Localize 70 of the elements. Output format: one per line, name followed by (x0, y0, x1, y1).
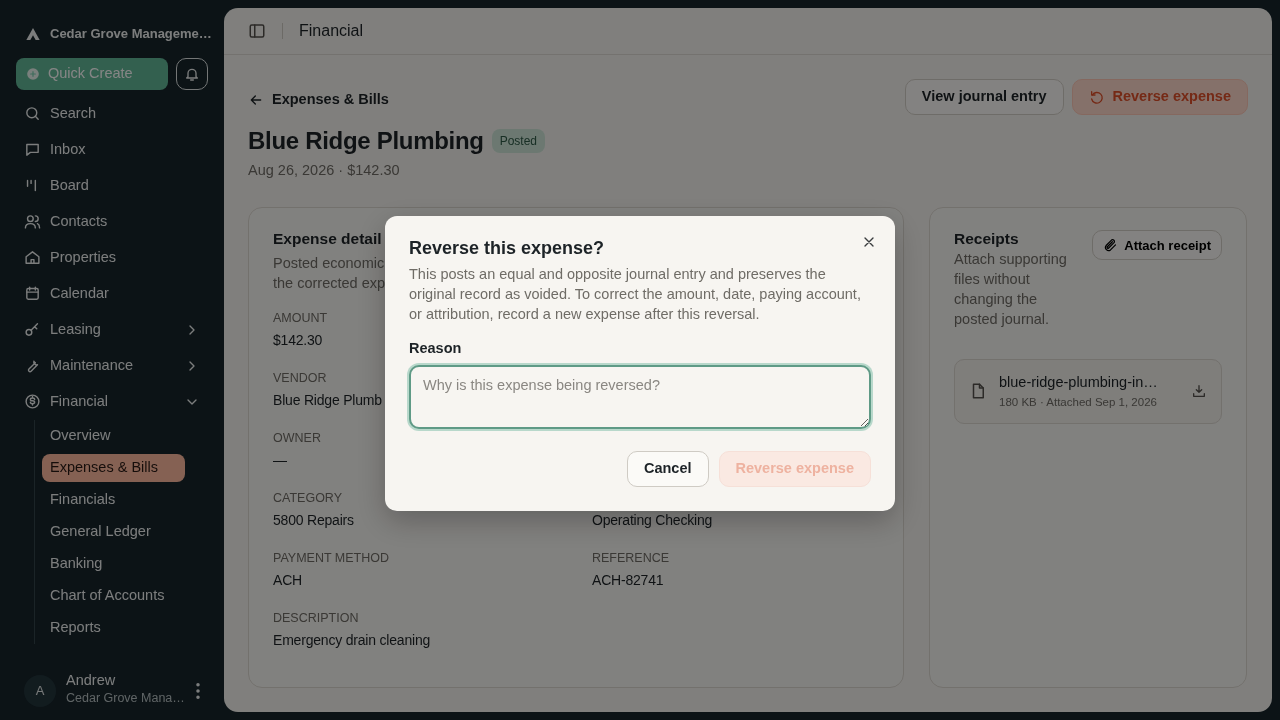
sidebar-item[interactable]: Board (16, 167, 208, 204)
sidebar-subitem[interactable]: Financials (42, 485, 185, 514)
plus-circle-icon (26, 66, 40, 81)
file-meta: 180 KB · Attached Sep 1, 2026 (999, 394, 1158, 410)
undo-icon (1088, 89, 1105, 105)
paperclip-icon (1103, 237, 1119, 253)
sidebar-item[interactable]: Inbox (16, 131, 208, 168)
sidebar-subitem[interactable]: Overview (42, 421, 185, 450)
field-value: Emergency drain cleaning (273, 630, 431, 650)
page-header-title: Financial (299, 21, 364, 41)
sidebar-item[interactable]: Financial (16, 383, 208, 420)
card-title: Expense detail (273, 230, 382, 249)
people-icon (24, 213, 41, 230)
field-value: — (273, 450, 287, 470)
file-name: blue-ridge-plumbing-in… (999, 372, 1159, 392)
search-icon (24, 105, 41, 122)
sidebar-item[interactable]: Leasing (16, 311, 208, 348)
sidebar-item[interactable]: Search (16, 95, 208, 132)
field-value: 5800 Repairs (273, 510, 354, 530)
sidebar-item[interactable]: Calendar (16, 275, 208, 312)
page-subtitle: Aug 26, 2026 · $142.30 (248, 160, 401, 180)
card-title: Receipts (954, 230, 1019, 249)
sidebar-item[interactable]: Properties (16, 239, 208, 276)
sidebar-item[interactable]: Contacts (16, 203, 208, 240)
cancel-button[interactable]: Cancel (626, 451, 709, 488)
field-label: DESCRIPTION (273, 609, 359, 627)
status-badge: Posted (491, 129, 545, 154)
file-item[interactable]: blue-ridge-plumbing-in… 180 KB · Attached Sep 1, 2026 (954, 358, 1222, 424)
user-name: Andrew (66, 673, 117, 690)
card-description: Attach supporting files without changing the posted journal. (954, 249, 1068, 329)
field-label: AMOUNT (273, 309, 328, 327)
dollar-icon (24, 393, 41, 410)
journal-entry-button[interactable]: View journal entry (904, 79, 1064, 115)
field-label: OWNER (273, 429, 321, 447)
field-label: PAYMENT METHOD (273, 549, 389, 567)
panel-icon (248, 22, 266, 40)
sidebar-subitem[interactable]: Expenses & Bills (42, 453, 185, 482)
back-link[interactable]: Expenses & Bills (248, 89, 545, 111)
field-value: $142.30 (273, 330, 323, 350)
sidebar-toggle-button[interactable] (248, 22, 266, 40)
field-label: VENDOR (273, 369, 327, 387)
dialog-message: This posts an equal and opposite journal entry and preserves the original record as voided. To correct the amount, date, paying account, or attribution, record a new expense after this reversal. (409, 264, 862, 324)
dialog-title: Reverse this expense? (409, 238, 606, 260)
house-icon (24, 249, 41, 266)
page-title: Blue Ridge Plumbing (248, 126, 484, 156)
more-vertical-icon (196, 682, 200, 699)
key-icon (24, 321, 41, 338)
field-value: Blue Ridge Plumb (273, 390, 382, 410)
field-label: CATEGORY (273, 489, 342, 507)
sidebar-subitem[interactable]: General Ledger (42, 517, 185, 546)
field-value: ACH-82741 (592, 570, 664, 590)
field-label: REFERENCE (592, 549, 670, 567)
field-value: Operating Checking (592, 510, 713, 530)
sidebar-subitem[interactable]: Banking (42, 549, 185, 578)
attach-receipt-button[interactable]: Attach receipt (1092, 230, 1222, 261)
org-name: Cedar Grove Manageme… (50, 25, 212, 43)
field-label: Reason (409, 338, 463, 358)
sidebar-item[interactable]: Maintenance (16, 347, 208, 384)
reason-field[interactable]: Why is this expense being reversed? (409, 365, 871, 430)
download-icon (1191, 383, 1207, 400)
card-description: the corrected exp (273, 273, 386, 293)
field-value: ACH (273, 570, 302, 590)
user-org: Cedar Grove Mana… (66, 690, 186, 708)
card-description: Posted economic (273, 253, 385, 273)
calendar-icon (24, 285, 41, 302)
chat-icon (24, 141, 41, 158)
sidebar-subitem[interactable]: Chart of Accounts (42, 581, 185, 610)
avatar: A (24, 674, 56, 707)
notifications-button[interactable] (176, 57, 208, 90)
sidebar-subitem[interactable]: Reports (42, 613, 185, 642)
